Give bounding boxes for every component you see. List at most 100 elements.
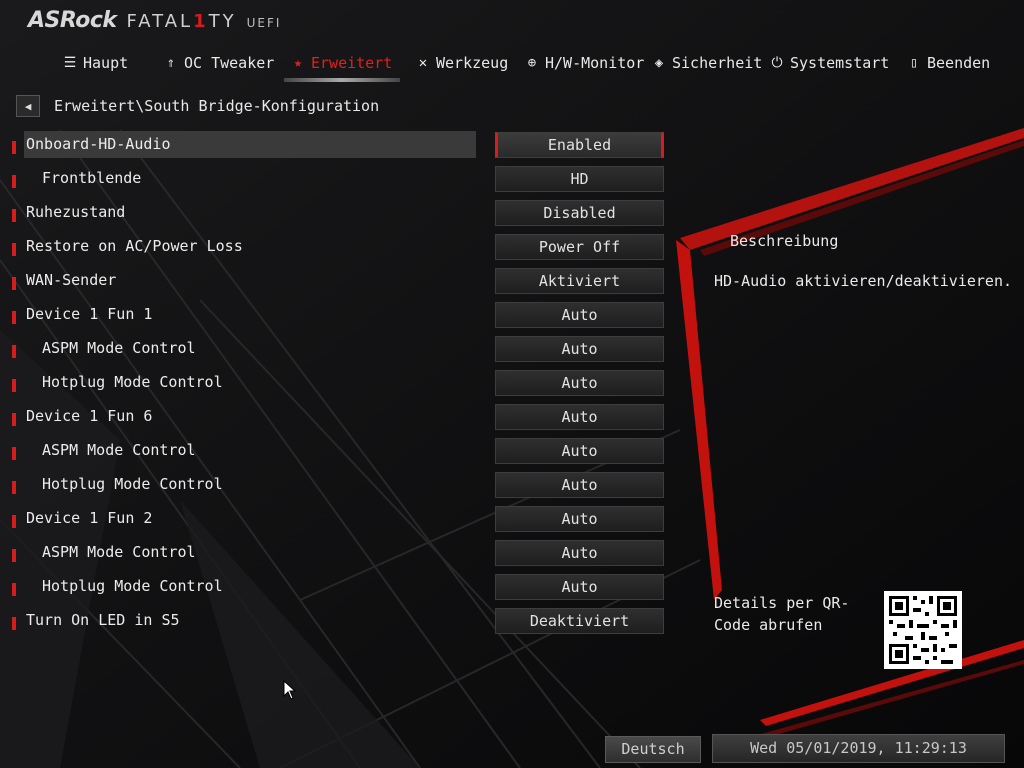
setting-value[interactable]: Auto [495, 404, 664, 430]
setting-row[interactable]: Ruhezustand Disabled [0, 199, 680, 233]
asrock-fatality-logo: ASRock FATAL1TY UEFI [28, 8, 281, 38]
setting-value[interactable]: HD [495, 166, 664, 192]
setting-label: Hotplug Mode Control [42, 577, 223, 595]
setting-row[interactable]: Device 1 Fun 6 Auto [0, 403, 680, 437]
setting-row[interactable]: Hotplug Mode Control Auto [0, 471, 680, 505]
setting-label: Hotplug Mode Control [42, 373, 223, 391]
setting-label: ASPM Mode Control [42, 543, 196, 561]
tab-beenden[interactable]: ▯ Beenden [906, 52, 990, 74]
setting-row[interactable]: Onboard-HD-Audio Enabled [0, 131, 680, 165]
setting-row[interactable]: Hotplug Mode Control Auto [0, 369, 680, 403]
tab-label: Sicherheit [672, 54, 763, 72]
row-marker [12, 549, 16, 562]
setting-value[interactable]: Deaktiviert [495, 608, 664, 634]
rocket-icon: ⇑ [166, 55, 176, 71]
setting-value[interactable]: Auto [495, 302, 664, 328]
qr-hint-text: Details per QR-Code abrufen [714, 594, 850, 634]
description-text: HD-Audio aktivieren/deaktivieren. [714, 272, 1013, 290]
tab-label: Beenden [927, 54, 991, 72]
tab-sicherheit[interactable]: ◈ Sicherheit [651, 52, 763, 74]
tab-label: Werkzeug [436, 54, 509, 72]
setting-label: WAN-Sender [26, 271, 117, 289]
row-marker [12, 311, 16, 324]
setting-value[interactable]: Auto [495, 438, 664, 464]
datetime-display: Wed 05/01/2019, 11:29:13 [712, 734, 1005, 763]
tab-erweitert[interactable]: ★ Erweitert [283, 52, 401, 82]
tab-haupt[interactable]: ☰ Haupt [62, 52, 128, 74]
language-button[interactable]: Deutsch [605, 736, 701, 763]
setting-value[interactable]: Power Off [495, 234, 664, 260]
tab-label: OC Tweaker [184, 54, 275, 72]
setting-value[interactable]: Auto [495, 574, 664, 600]
tab-label: Haupt [83, 54, 129, 72]
row-marker [12, 617, 16, 630]
qr-code-icon [884, 591, 962, 669]
setting-label: Restore on AC/Power Loss [26, 237, 243, 255]
setting-row[interactable]: Turn On LED in S5 Deaktiviert [0, 607, 680, 641]
setting-label: Onboard-HD-Audio [26, 135, 171, 153]
row-marker [12, 243, 16, 256]
settings-list: Onboard-HD-Audio Enabled Frontblende HD … [0, 131, 680, 641]
setting-label: ASPM Mode Control [42, 339, 196, 357]
back-button[interactable]: ◀ [16, 95, 40, 117]
setting-label: Device 1 Fun 2 [26, 509, 153, 527]
setting-label: Frontblende [42, 169, 142, 187]
setting-label: Ruhezustand [26, 203, 126, 221]
back-arrow-icon: ◀ [24, 99, 32, 113]
setting-label: ASPM Mode Control [42, 441, 196, 459]
setting-value[interactable]: Aktiviert [495, 268, 664, 294]
row-marker [12, 481, 16, 494]
list-icon: ☰ [63, 55, 77, 71]
tab-label: Systemstart [790, 54, 890, 72]
setting-label: Hotplug Mode Control [42, 475, 223, 493]
row-marker [12, 277, 16, 290]
tab-systemstart[interactable]: ⏻ Systemstart [769, 52, 889, 74]
exit-door-icon: ▯ [909, 55, 919, 71]
setting-value[interactable]: Auto [495, 472, 664, 498]
setting-row[interactable]: WAN-Sender Aktiviert [0, 267, 680, 301]
row-marker [12, 209, 16, 222]
setting-value[interactable]: Auto [495, 506, 664, 532]
row-marker [12, 515, 16, 528]
row-marker [12, 447, 16, 460]
tab-hw-monitor[interactable]: ⊕ H/W-Monitor [524, 52, 645, 74]
top-navigation: ☰ Haupt ⇑ OC Tweaker ★ Erweitert ✕ Werkz… [0, 48, 1024, 82]
row-marker [12, 583, 16, 596]
logo-uefi: UEFI [246, 16, 282, 30]
setting-value[interactable]: Enabled [495, 132, 664, 158]
setting-row[interactable]: ASPM Mode Control Auto [0, 539, 680, 573]
setting-value[interactable]: Auto [495, 370, 664, 396]
row-marker [12, 379, 16, 392]
tools-icon: ✕ [418, 55, 428, 71]
tab-werkzeug[interactable]: ✕ Werkzeug [415, 52, 508, 74]
row-marker [12, 141, 16, 154]
description-title: Beschreibung [730, 232, 839, 250]
logo-series: FATAL1TY [126, 11, 237, 32]
power-icon: ⏻ [771, 55, 783, 71]
setting-label: Device 1 Fun 1 [26, 305, 153, 323]
setting-value[interactable]: Auto [495, 336, 664, 362]
setting-label: Turn On LED in S5 [26, 611, 180, 629]
crosshair-icon: ⊕ [527, 55, 537, 71]
logo-brand: ASRock [28, 8, 117, 33]
setting-label: Device 1 Fun 6 [26, 407, 153, 425]
shield-icon: ◈ [654, 55, 664, 71]
setting-value[interactable]: Disabled [495, 200, 664, 226]
setting-row[interactable]: Restore on AC/Power Loss Power Off [0, 233, 680, 267]
tab-label: Erweitert [311, 54, 393, 72]
setting-row[interactable]: Frontblende HD [0, 165, 680, 199]
breadcrumb: ◀ Erweitert\South Bridge-Konfiguration [16, 95, 379, 117]
setting-value[interactable]: Auto [495, 540, 664, 566]
setting-row[interactable]: Device 1 Fun 2 Auto [0, 505, 680, 539]
row-marker [12, 345, 16, 358]
tab-oc-tweaker[interactable]: ⇑ OC Tweaker [163, 52, 275, 74]
setting-row[interactable]: Hotplug Mode Control Auto [0, 573, 680, 607]
breadcrumb-text: Erweitert\South Bridge-Konfiguration [54, 97, 380, 115]
setting-row[interactable]: Device 1 Fun 1 Auto [0, 301, 680, 335]
row-marker [12, 175, 16, 188]
setting-row[interactable]: ASPM Mode Control Auto [0, 437, 680, 471]
tab-label: H/W-Monitor [545, 54, 645, 72]
row-marker [12, 413, 16, 426]
setting-row[interactable]: ASPM Mode Control Auto [0, 335, 680, 369]
mouse-cursor-icon [283, 680, 297, 700]
